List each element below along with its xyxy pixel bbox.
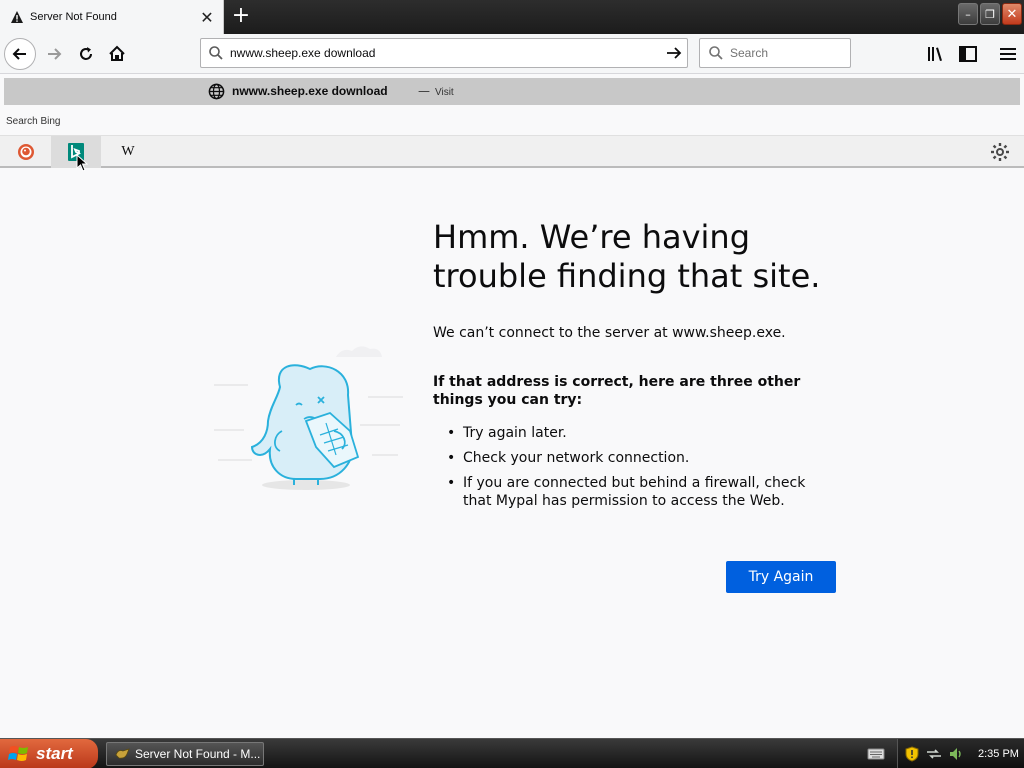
mouse-cursor-icon bbox=[76, 154, 88, 172]
taskbar-item-label: Server Not Found - M... bbox=[135, 747, 261, 761]
network-icon[interactable] bbox=[926, 746, 942, 762]
system-tray: 2:35 PM bbox=[897, 739, 1024, 768]
sidebar-toggle-icon[interactable] bbox=[952, 38, 984, 70]
back-arrow-icon bbox=[12, 48, 26, 60]
search-bar[interactable] bbox=[699, 38, 851, 68]
library-icon[interactable] bbox=[920, 38, 952, 70]
clock: 2:35 PM bbox=[978, 748, 1019, 760]
search-icon bbox=[209, 46, 223, 60]
taskbar-item-browser[interactable]: Server Not Found - M... bbox=[106, 742, 264, 766]
list-item: Check your network connection. bbox=[433, 449, 833, 467]
globe-icon bbox=[208, 83, 225, 100]
engine-wikipedia[interactable]: W bbox=[103, 136, 153, 168]
gear-icon[interactable] bbox=[990, 142, 1010, 162]
windows-logo-icon bbox=[8, 746, 28, 761]
home-button[interactable] bbox=[101, 38, 133, 70]
toolbar-right bbox=[920, 38, 1024, 70]
error-suggestions-heading: If that address is correct, here are thr… bbox=[433, 374, 801, 408]
error-title: Hmm. We’re having trouble finding that s… bbox=[433, 218, 821, 295]
security-shield-icon[interactable] bbox=[904, 746, 920, 762]
reload-icon bbox=[80, 47, 92, 60]
keyboard-icon[interactable] bbox=[867, 746, 885, 762]
list-item: If you are connected but behind a firewa… bbox=[433, 474, 833, 510]
home-icon bbox=[109, 45, 125, 61]
tab-strip: Server Not Found ✕ + – ❐ ✕ bbox=[0, 0, 1024, 34]
sad-monster-illustration bbox=[214, 346, 403, 490]
new-tab-button[interactable]: + bbox=[230, 5, 252, 27]
close-tab-icon[interactable]: ✕ bbox=[199, 8, 215, 27]
error-suggestions-list: Try again later. Check your network conn… bbox=[433, 424, 833, 517]
maximize-button[interactable]: ❐ bbox=[980, 3, 1000, 25]
search-input[interactable] bbox=[730, 46, 840, 60]
error-description: We can’t connect to the server at www.sh… bbox=[433, 325, 786, 341]
tab-title: Server Not Found bbox=[30, 11, 117, 23]
suggestion-separator: — bbox=[418, 84, 430, 98]
start-button[interactable]: start bbox=[0, 739, 98, 768]
warning-icon bbox=[10, 10, 24, 24]
engine-duckduckgo[interactable] bbox=[1, 136, 51, 168]
one-off-search-engines: W bbox=[0, 135, 1024, 168]
search-icon bbox=[709, 46, 723, 60]
duckduckgo-icon bbox=[18, 144, 34, 160]
minimize-button[interactable]: – bbox=[958, 3, 978, 25]
suggestion-action: Visit bbox=[435, 87, 454, 98]
close-window-button[interactable]: ✕ bbox=[1002, 3, 1022, 25]
navigation-bar bbox=[0, 34, 1024, 74]
mypal-icon bbox=[115, 748, 130, 759]
tab-server-not-found[interactable]: Server Not Found ✕ bbox=[0, 0, 224, 34]
forward-button[interactable] bbox=[38, 38, 70, 70]
try-again-button[interactable]: Try Again bbox=[726, 561, 836, 593]
list-item: Try again later. bbox=[433, 424, 833, 442]
go-arrow-icon[interactable] bbox=[665, 44, 683, 62]
url-bar[interactable] bbox=[200, 38, 688, 68]
back-button[interactable] bbox=[4, 38, 36, 70]
search-with-label: Search Bing bbox=[6, 116, 61, 127]
url-suggestion-row[interactable]: nwww.sheep.exe download — Visit bbox=[4, 78, 1020, 105]
reload-button[interactable] bbox=[70, 38, 102, 70]
taskbar: start Server Not Found - M... 2:35 PM bbox=[0, 738, 1024, 768]
url-input[interactable] bbox=[230, 46, 650, 60]
window-controls: – ❐ ✕ bbox=[958, 3, 1022, 25]
wikipedia-icon: W bbox=[121, 144, 135, 159]
forward-arrow-icon bbox=[48, 48, 62, 60]
suggestion-text: nwww.sheep.exe download bbox=[232, 84, 388, 98]
start-label: start bbox=[36, 744, 73, 763]
menu-icon[interactable] bbox=[992, 38, 1024, 70]
volume-icon[interactable] bbox=[948, 746, 964, 762]
